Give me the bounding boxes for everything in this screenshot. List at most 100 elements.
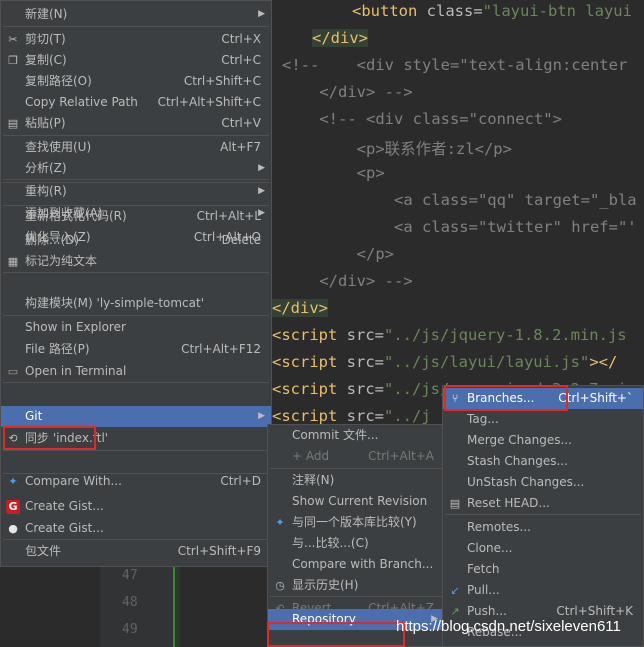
code-line[interactable]: <p>联系作者:zl</p>	[282, 137, 512, 159]
menu-item-label: Create Gist...	[25, 499, 104, 513]
menu-item-unstash-changes[interactable]: UnStash Changes...	[443, 472, 643, 493]
menu-item-label: 复制(C)	[25, 53, 67, 67]
menu-item-粘贴[interactable]: ▤ 粘贴(P) Ctrl+V	[1, 113, 271, 134]
menu-item-重新格式化代码[interactable]: 重新格式化代码(R) Ctrl+Alt+L	[1, 206, 271, 227]
git-submenu: Commit 文件... + Add Ctrl+Alt+A 注释(N) Show Cur…	[267, 424, 445, 647]
menu-item-剪切[interactable]: ✂ 剪切(T) Ctrl+X	[1, 29, 271, 50]
menu-item-注释[interactable]: 注释(N)	[268, 470, 444, 491]
menu-item-shortcut: Ctrl+Shift+`	[558, 391, 633, 405]
menu-item-stash-changes[interactable]: Stash Changes...	[443, 451, 643, 472]
code-token: ></	[589, 353, 618, 371]
plain-text-icon: ▦	[7, 255, 19, 268]
repository-submenu: ⑂ Branches... Ctrl+Shift+` Tag... Merge Chan…	[442, 385, 644, 647]
submenu-arrow-icon: ▶	[258, 163, 265, 173]
menu-item-与同一个版本库比较[interactable]: ✦ 与同一个版本库比较(Y)	[268, 512, 444, 533]
code-line[interactable]: </div> -->	[282, 83, 412, 101]
code-line[interactable]: <script src="../j	[272, 407, 431, 425]
menu-separator	[445, 514, 641, 515]
menu-item-label: UnStash Changes...	[467, 475, 585, 489]
menu-item-create-gist[interactable]: G Create Gist...	[1, 496, 271, 517]
menu-item-commit-文件[interactable]: Commit 文件...	[268, 425, 444, 446]
menu-item-label: 重新格式化代码(R)	[25, 209, 127, 223]
menu-item-查找使用[interactable]: 查找使用(U) Alt+F7	[1, 137, 271, 158]
menu-item-git[interactable]: Git ▶	[1, 406, 271, 427]
menu-item-create-gist[interactable]: ● Create Gist...	[1, 518, 271, 539]
code-line[interactable]: </div>	[312, 29, 368, 47]
menu-item-标记为纯文本[interactable]: ▦ 标记为纯文本	[1, 251, 271, 272]
code-token: src=	[337, 326, 384, 344]
menu-item-merge-changes[interactable]: Merge Changes...	[443, 430, 643, 451]
code-token: <!-- <div style="text-align:center	[282, 56, 628, 74]
menu-item-新建[interactable]: 新建(N) ▶	[1, 4, 271, 25]
menu-item-label: Compare with Branch...	[292, 557, 434, 571]
menu-item-fetch[interactable]: Fetch	[443, 559, 643, 580]
menu-item-shortcut: Ctrl+Shift+F9	[177, 544, 261, 558]
menu-item-label: Clone...	[467, 541, 513, 555]
menu-item-删除[interactable]: 删除...(D) Delete	[1, 230, 271, 251]
menu-item-add[interactable]: + Add Ctrl+Alt+A	[268, 446, 444, 467]
menu-separator	[3, 473, 269, 474]
code-line[interactable]: </div>	[272, 299, 328, 317]
menu-item-构建模块-ly-simple-tomcat[interactable]: 构建模块(M) 'ly-simple-tomcat'	[1, 293, 271, 314]
code-token: "../js/layui/layui.js"	[384, 353, 590, 371]
code-line[interactable]: <script src="../js/jquery-1.8.2.min.js	[272, 326, 627, 344]
menu-item-包文件[interactable]: 包文件 Ctrl+Shift+F9	[1, 541, 271, 562]
menu-item-tag[interactable]: Tag...	[443, 409, 643, 430]
git-highlight-box	[3, 426, 96, 450]
code-line[interactable]: <!-- <div style="text-align:center	[282, 56, 627, 74]
menu-item-label: Show Current Revision	[292, 494, 428, 508]
menu-item-clone[interactable]: Clone...	[443, 538, 643, 559]
menu-item-复制[interactable]: ❐ 复制(C) Ctrl+C	[1, 50, 271, 71]
code-line[interactable]: <script src="../js/layui/layui.js"></	[272, 353, 617, 371]
menu-item-label: Fetch	[467, 562, 500, 576]
menu-item-重构[interactable]: 重构(R) ▶	[1, 181, 271, 202]
repository-highlight-box	[267, 622, 405, 647]
code-token: src=	[337, 353, 384, 371]
code-token: <a class="twitter" href="'	[282, 218, 637, 236]
code-line[interactable]: <button class="layui-btn layui	[352, 2, 632, 20]
line-number: 49	[122, 622, 138, 637]
menu-item-label: Merge Changes...	[467, 433, 572, 447]
menu-item-open-in-terminal[interactable]: ▭ Open in Terminal	[1, 361, 271, 382]
menu-item-compare-with[interactable]: ✦ Compare With... Ctrl+D	[1, 471, 271, 492]
menu-item-show-in-explorer[interactable]: Show in Explorer	[1, 317, 271, 338]
menu-separator	[3, 450, 269, 451]
menu-item-pull[interactable]: ↙ Pull...	[443, 580, 643, 601]
menu-item-label: Tag...	[467, 412, 499, 426]
menu-item-remotes[interactable]: Remotes...	[443, 517, 643, 538]
menu-item-label: 与同一个版本库比较(Y)	[292, 515, 417, 529]
menu-item-分析[interactable]: 分析(Z) ▶	[1, 158, 271, 179]
code-line[interactable]: </p>	[282, 245, 394, 263]
menu-item-label: 包文件	[25, 544, 62, 558]
code-token: <p>联系作者:zl</p>	[282, 140, 512, 158]
code-line[interactable]: <a class="qq" target="_bla	[282, 191, 637, 209]
code-token: </div>	[312, 29, 368, 47]
menu-item-show-current-revision[interactable]: Show Current Revision	[268, 491, 444, 512]
code-line[interactable]: <p>	[282, 164, 385, 182]
compare-icon: ✦	[8, 475, 18, 488]
menu-item-label: Compare With...	[25, 474, 122, 488]
pull-icon: ↙	[450, 584, 460, 597]
menu-item-label: Open in Terminal	[25, 364, 127, 378]
menu-item-与-比较[interactable]: 与...比较...(C)	[268, 533, 444, 554]
menu-item-copy-relative-path[interactable]: Copy Relative Path Ctrl+Alt+Shift+C	[1, 92, 271, 113]
menu-item-复制路径[interactable]: 复制路径(O) Ctrl+Shift+C	[1, 71, 271, 92]
menu-item-reset-head[interactable]: ▤ Reset HEAD...	[443, 493, 643, 514]
menu-item-label: Reset HEAD...	[467, 496, 550, 510]
menu-item-file-路径[interactable]: File 路径(P) Ctrl+Alt+F12	[1, 339, 271, 360]
submenu-arrow-icon: ▶	[258, 186, 265, 196]
code-line[interactable]: </div> -->	[282, 272, 412, 290]
menu-item-shortcut: Ctrl+Alt+F12	[181, 342, 261, 356]
menu-item-label: 显示历史(H)	[292, 578, 359, 592]
menu-item-显示历史[interactable]: ◷ 显示历史(H)	[268, 575, 444, 596]
code-line[interactable]: <a class="twitter" href="'	[282, 218, 637, 236]
code-token: <p>	[282, 164, 385, 182]
code-token: <script	[272, 407, 338, 425]
menu-item-label: Stash Changes...	[467, 454, 568, 468]
line-number-gutter: 47 48 49	[100, 560, 180, 647]
menu-item-label: 新建(N)	[25, 7, 68, 21]
code-token: "../j	[384, 407, 431, 425]
code-line[interactable]: <!-- <div class="connect">	[282, 110, 562, 128]
copy-icon: ❐	[8, 54, 18, 67]
menu-item-compare-with-branch[interactable]: Compare with Branch...	[268, 554, 444, 575]
